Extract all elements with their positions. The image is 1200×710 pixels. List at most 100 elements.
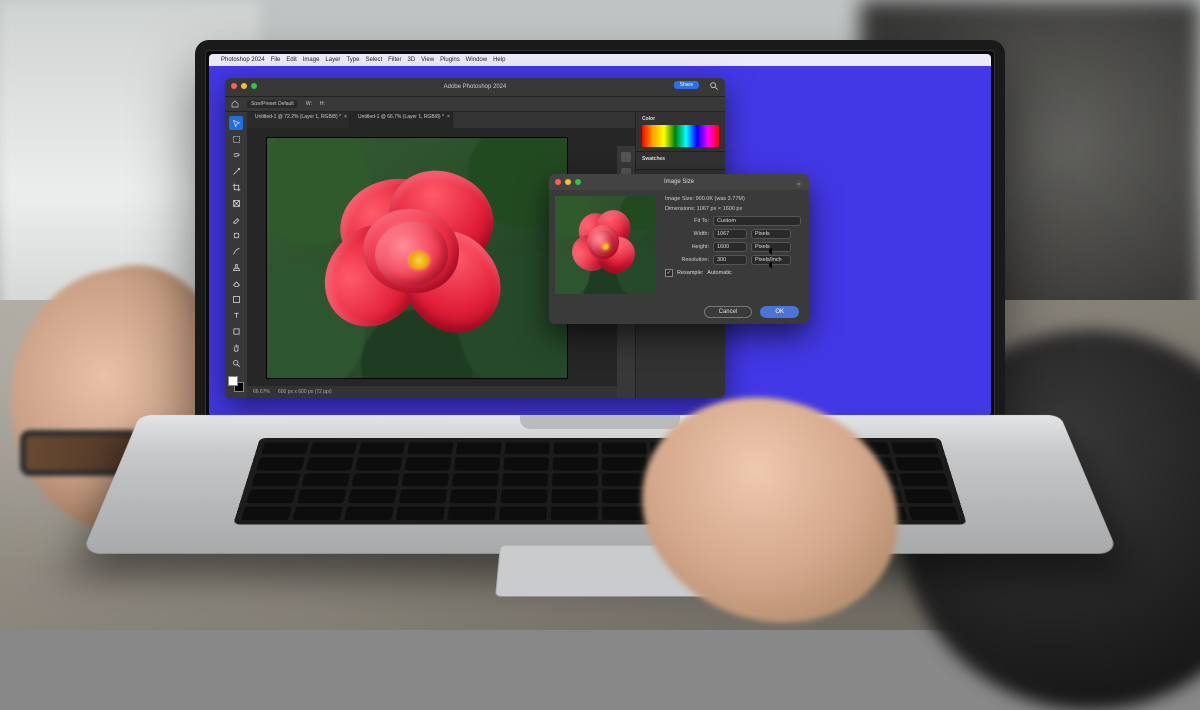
foreground-color-swatch[interactable]: [228, 376, 238, 386]
dialog-form: Image Size: 900.0K (was 3.77M) Dimension…: [661, 190, 809, 300]
ok-button[interactable]: OK: [760, 306, 799, 318]
color-spectrum[interactable]: [642, 125, 719, 147]
healing-brush-tool-icon[interactable]: [229, 228, 243, 242]
brush-tool-icon[interactable]: [229, 244, 243, 258]
laptop-screen: Photoshop 2024 File Edit Image Layer Typ…: [209, 54, 991, 416]
zoom-icon[interactable]: [575, 179, 581, 185]
dimensions-readout: Dimensions: 1067 px × 1600 px: [665, 206, 801, 212]
document-tab-2[interactable]: Untitled-1 @ 66.7% (Layer 1, RGB/8) * ×: [350, 112, 453, 128]
menu-help[interactable]: Help: [493, 57, 505, 63]
menu-edit[interactable]: Edit: [286, 57, 296, 63]
marquee-tool-icon[interactable]: [229, 132, 243, 146]
height-field[interactable]: 1600: [713, 242, 747, 252]
document-tab-1[interactable]: Untitled-1 @ 72.2% (Layer 1, RGB/8) * ×: [247, 112, 350, 128]
dialog-preview[interactable]: [555, 196, 655, 294]
shape-tool-icon[interactable]: [229, 324, 243, 338]
resample-label: Resample:: [677, 270, 703, 276]
hand-tool-icon[interactable]: [229, 340, 243, 354]
cancel-button[interactable]: Cancel: [704, 306, 753, 318]
type-tool-icon[interactable]: [229, 308, 243, 322]
gradient-tool-icon[interactable]: [229, 292, 243, 306]
ps-titlebar[interactable]: Adobe Photoshop 2024 Share: [225, 78, 725, 96]
menu-window[interactable]: Window: [466, 57, 487, 63]
home-icon[interactable]: [231, 100, 239, 108]
document-canvas[interactable]: [267, 138, 567, 378]
laptop-hinge-notch: [520, 415, 680, 429]
dialog-titlebar[interactable]: Image Size: [549, 174, 809, 190]
resolution-row[interactable]: Resolution: 300 Pixels/Inch: [665, 255, 801, 265]
search-icon[interactable]: [709, 81, 719, 91]
fit-to-row[interactable]: Fit To: Custom: [665, 216, 801, 226]
minimize-icon[interactable]: [241, 83, 247, 89]
frame-tool-icon[interactable]: [229, 196, 243, 210]
history-panel-icon[interactable]: [621, 152, 631, 162]
ps-status-bar[interactable]: 66.67% 600 px x 600 px (72 ppi): [247, 386, 617, 398]
width-label: Width:: [665, 231, 709, 237]
laptop: Photoshop 2024 File Edit Image Layer Typ…: [140, 40, 1060, 620]
foreground-background-colors[interactable]: [228, 376, 244, 392]
width-unit-select[interactable]: Pixels: [751, 229, 791, 239]
document-tab-2-label: Untitled-1 @ 66.7% (Layer 1, RGB/8) *: [358, 114, 444, 120]
menu-plugins[interactable]: Plugins: [440, 57, 460, 63]
lasso-tool-icon[interactable]: [229, 148, 243, 162]
minimize-icon[interactable]: [565, 179, 571, 185]
ps-title: Adobe Photoshop 2024: [444, 84, 507, 90]
flower-preview: [555, 196, 655, 294]
clone-stamp-tool-icon[interactable]: [229, 260, 243, 274]
zoom-tool-icon[interactable]: [229, 356, 243, 370]
menu-file[interactable]: File: [271, 57, 281, 63]
height-row[interactable]: Height: 1600 Pixels: [665, 242, 801, 252]
move-tool-icon[interactable]: [229, 116, 243, 130]
width-field[interactable]: 1067: [713, 229, 747, 239]
tools-panel[interactable]: [225, 112, 247, 398]
close-tab-icon[interactable]: ×: [447, 114, 450, 120]
fit-to-select[interactable]: Custom: [713, 216, 801, 226]
dialog-title: Image Size: [664, 179, 694, 185]
zoom-icon[interactable]: [251, 83, 257, 89]
options-preset[interactable]: Size/Preset Default: [247, 100, 298, 108]
resample-select[interactable]: Automatic: [707, 270, 801, 276]
share-button[interactable]: Share: [674, 81, 699, 89]
options-width-label: W:: [306, 101, 312, 107]
document-tab-1-label: Untitled-1 @ 72.2% (Layer 1, RGB/8) *: [255, 114, 341, 120]
menu-select[interactable]: Select: [365, 57, 382, 63]
magic-wand-tool-icon[interactable]: [229, 164, 243, 178]
resolution-label: Resolution:: [665, 257, 709, 263]
close-icon[interactable]: [231, 83, 237, 89]
width-row[interactable]: Width: 1067 Pixels: [665, 229, 801, 239]
dialog-traffic-lights[interactable]: [555, 179, 581, 185]
height-label: Height:: [665, 244, 709, 250]
color-panel-title: Color: [642, 116, 655, 122]
resample-checkbox[interactable]: ✓: [665, 269, 673, 277]
menu-image[interactable]: Image: [303, 57, 320, 63]
gear-icon[interactable]: [795, 180, 803, 188]
image-size-dialog[interactable]: Image Size: [549, 174, 809, 324]
status-zoom[interactable]: 66.67%: [253, 389, 270, 395]
dialog-buttons: Cancel OK: [549, 300, 809, 324]
menu-layer[interactable]: Layer: [325, 57, 340, 63]
eyedropper-tool-icon[interactable]: [229, 212, 243, 226]
fit-to-label: Fit To:: [665, 218, 709, 224]
app-name[interactable]: Photoshop 2024: [221, 57, 265, 63]
color-panel[interactable]: Color: [636, 112, 725, 152]
macos-menubar[interactable]: Photoshop 2024 File Edit Image Layer Typ…: [209, 54, 991, 66]
laptop-lid: Photoshop 2024 File Edit Image Layer Typ…: [195, 40, 1005, 430]
swatches-panel-title: Swatches: [642, 156, 665, 162]
status-doc: 600 px x 600 px (72 ppi): [278, 389, 332, 395]
document-tabs[interactable]: Untitled-1 @ 72.2% (Layer 1, RGB/8) * × …: [247, 112, 635, 128]
constrain-proportions-icon[interactable]: [767, 240, 777, 270]
menu-3d[interactable]: 3D: [407, 57, 415, 63]
eraser-tool-icon[interactable]: [229, 276, 243, 290]
close-icon[interactable]: [555, 179, 561, 185]
crop-tool-icon[interactable]: [229, 180, 243, 194]
resolution-field[interactable]: 300: [713, 255, 747, 265]
resample-row[interactable]: ✓ Resample: Automatic: [665, 269, 801, 277]
menu-view[interactable]: View: [421, 57, 434, 63]
close-tab-icon[interactable]: ×: [344, 114, 347, 120]
menu-filter[interactable]: Filter: [388, 57, 401, 63]
window-traffic-lights[interactable]: [231, 83, 257, 89]
menu-type[interactable]: Type: [346, 57, 359, 63]
dialog-body: Image Size: 900.0K (was 3.77M) Dimension…: [549, 190, 809, 300]
swatches-panel[interactable]: Swatches: [636, 152, 725, 170]
ps-options-bar[interactable]: Size/Preset Default W: H:: [225, 96, 725, 112]
